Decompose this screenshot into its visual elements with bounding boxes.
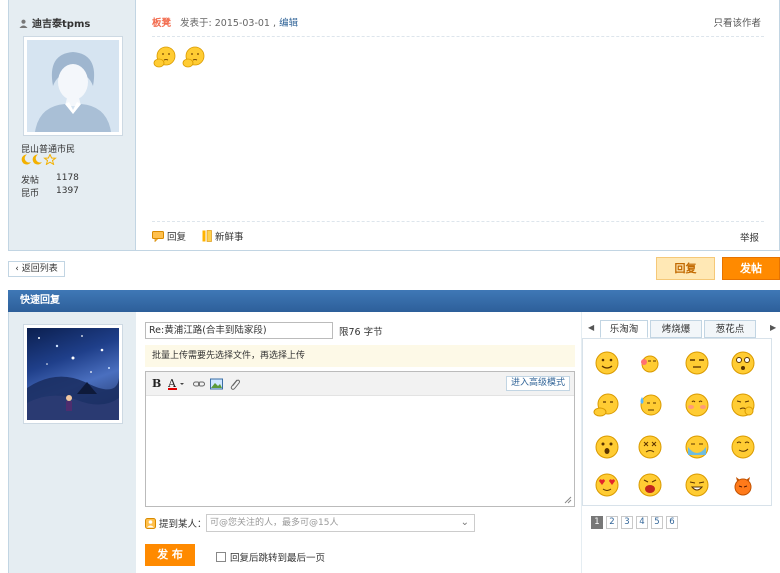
tab-smiley-3[interactable]: 葱花点 [704, 320, 756, 338]
mention-icon [145, 517, 156, 529]
rank-stars [21, 153, 57, 168]
shocked-icon[interactable] [729, 349, 757, 377]
chevron-down-icon[interactable]: ⌄ [461, 515, 469, 531]
thinking-emoji-icon [153, 46, 176, 68]
author-avatar[interactable] [23, 36, 123, 136]
fresh-action[interactable]: 新鲜事 [202, 229, 244, 243]
prev-arrow-icon[interactable]: ◀ [588, 323, 594, 332]
editor-toolbar: B A 进入高级模式 [146, 372, 574, 396]
shy-icon[interactable] [683, 391, 711, 419]
speechless-icon[interactable] [683, 349, 711, 377]
tab-smiley-1[interactable]: 乐淘淘 [600, 320, 648, 338]
love-eyes-icon[interactable] [593, 471, 621, 499]
author-sidebar: 迪吉泰tpms 昆山普通市民 发帖 1178 昆币 1397 [9, 0, 136, 250]
post-content: 板凳 发表于: 2015-03-01 , 编辑 只看该作者 回复 新鲜事 举报 [137, 0, 779, 250]
stat-coins-label: 昆币 [21, 189, 40, 199]
smug-icon[interactable] [729, 433, 757, 461]
link-icon[interactable] [193, 377, 205, 391]
subject-input[interactable]: Re:黄浦江路(合丰到陆家段) [145, 322, 333, 339]
author-name-text: 迪吉泰tpms [32, 19, 91, 30]
avatar-image [27, 328, 119, 420]
smiley-pagination: 1 2 3 4 5 6 [591, 516, 678, 529]
shout-icon[interactable] [636, 471, 664, 499]
submit-button[interactable]: 发 布 [145, 544, 195, 566]
news-icon [202, 230, 212, 242]
report-link[interactable]: 举报 [740, 230, 759, 244]
stat-posts-value: 1178 [56, 173, 79, 183]
fresh-action-label: 新鲜事 [215, 232, 244, 243]
moon-star-icon [21, 153, 57, 166]
bold-icon[interactable]: B [152, 377, 161, 391]
page-1[interactable]: 1 [591, 516, 603, 529]
reply-button[interactable]: 回复 [656, 257, 715, 280]
post-body [153, 45, 206, 69]
starry-night-image [27, 335, 119, 420]
stat-coins-value: 1397 [56, 186, 79, 196]
smiley-grid [582, 338, 772, 506]
reply-action-label: 回复 [167, 232, 187, 243]
stat-posts[interactable]: 发帖 1178 [21, 173, 79, 186]
advanced-mode-button[interactable]: 进入高级模式 [505, 376, 570, 391]
page-2[interactable]: 2 [606, 516, 618, 529]
font-color-icon[interactable]: A [167, 377, 186, 391]
kiss-icon[interactable] [636, 349, 664, 377]
jump-to-last-option[interactable]: 回复后跳转到最后一页 [216, 550, 325, 564]
laugh-icon[interactable] [683, 471, 711, 499]
image-icon[interactable] [210, 377, 223, 391]
post-meta: 板凳 发表于: 2015-03-01 , 编辑 [152, 15, 298, 29]
reply-form: Re:黄浦江路(合丰到陆家段) 限76 字节 批量上传需要先选择文件，再选择上传… [136, 312, 581, 573]
posted-time: 发表于: 2015-03-01 , [180, 18, 277, 29]
quick-reply-header: 快速回复 [8, 290, 780, 312]
stat-coins[interactable]: 昆币 1397 [21, 186, 79, 199]
sweat-icon[interactable] [636, 391, 664, 419]
length-limit: 限76 字节 [339, 327, 383, 338]
page-6[interactable]: 6 [666, 516, 678, 529]
back-to-list-button[interactable]: ‹ 返回列表 [8, 261, 65, 277]
next-arrow-icon[interactable]: ▶ [770, 323, 776, 332]
page-3[interactable]: 3 [621, 516, 633, 529]
new-post-button[interactable]: 发帖 [722, 257, 780, 280]
jump-label: 回复后跳转到最后一页 [230, 553, 326, 564]
dizzy-icon[interactable] [636, 433, 664, 461]
upload-notice: 批量上传需要先选择文件，再选择上传 [145, 345, 575, 367]
stat-posts-label: 发帖 [21, 176, 40, 186]
user-icon [19, 19, 28, 28]
post-actions: 回复 新鲜事 [152, 229, 244, 243]
only-author-link[interactable]: 只看该作者 [713, 15, 761, 29]
post-block: 迪吉泰tpms 昆山普通市民 发帖 1178 昆币 1397 板凳 发表于: 2… [8, 0, 780, 251]
hmm-icon[interactable] [729, 391, 757, 419]
message-editor[interactable]: B A 进入高级模式 [145, 371, 575, 507]
surprised-icon[interactable] [593, 433, 621, 461]
jump-checkbox[interactable] [216, 552, 226, 562]
author-name[interactable]: 迪吉泰tpms [19, 15, 90, 30]
tab-smiley-2[interactable]: 烤烧爆 [650, 320, 702, 338]
page-4[interactable]: 4 [636, 516, 648, 529]
divider [152, 36, 764, 37]
edit-link[interactable]: 编辑 [279, 18, 298, 29]
mention-placeholder: 可@您关注的人，最多可@15人 [210, 518, 339, 528]
mention-label: 提到某人： [145, 516, 207, 530]
mention-input[interactable]: 可@您关注的人，最多可@15人 ⌄ [206, 514, 475, 532]
divider [152, 221, 764, 222]
smile-icon[interactable] [593, 349, 621, 377]
default-avatar-image [27, 40, 119, 132]
resize-handle-icon[interactable] [564, 496, 572, 504]
floor-label: 板凳 [152, 18, 172, 29]
reply-icon [152, 230, 164, 242]
page-5[interactable]: 5 [651, 516, 663, 529]
crying-icon[interactable] [683, 433, 711, 461]
silhouette-icon [27, 40, 119, 132]
smiley-tabs: ◀ 乐淘淘 烤烧爆 葱花点 ▶ [582, 320, 780, 338]
thinking-emoji-icon [182, 46, 205, 68]
thinking-icon[interactable] [593, 391, 621, 419]
my-avatar[interactable] [23, 324, 123, 424]
quick-reply-panel: Re:黄浦江路(合丰到陆家段) 限76 字节 批量上传需要先选择文件，再选择上传… [8, 312, 780, 573]
reply-action[interactable]: 回复 [152, 229, 186, 243]
smiley-panel: ◀ 乐淘淘 烤烧爆 葱花点 ▶ 1 2 3 4 5 6 [582, 312, 780, 573]
attachment-icon[interactable] [229, 377, 241, 391]
mention-label-text: 提到某人： [159, 519, 207, 530]
devil-icon[interactable] [729, 471, 757, 499]
